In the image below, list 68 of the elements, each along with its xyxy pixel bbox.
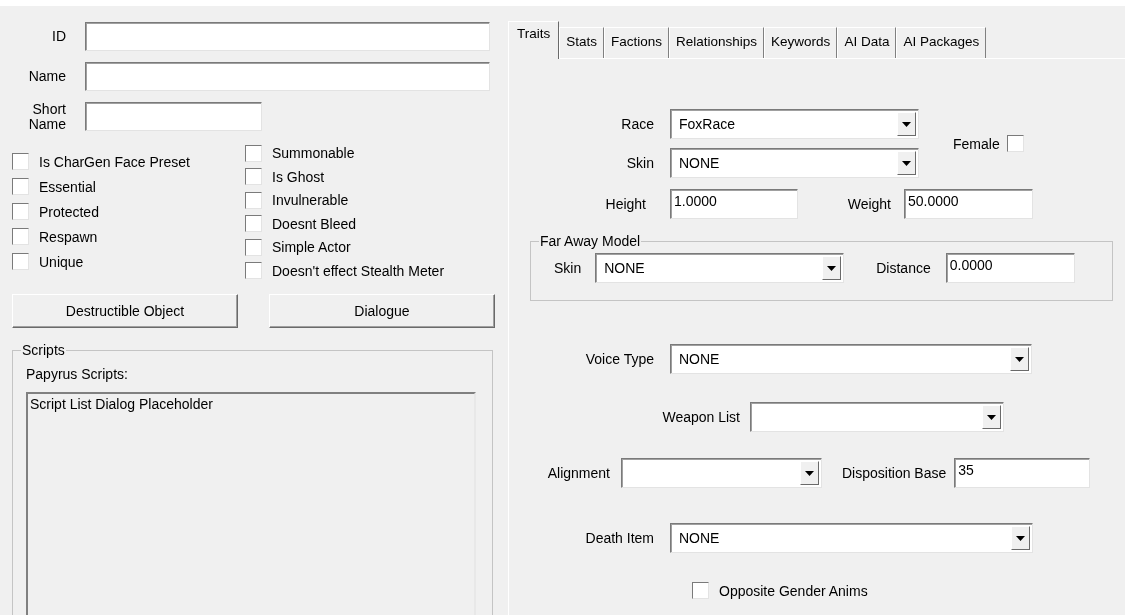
tab[interactable]: Traits bbox=[508, 21, 560, 59]
dropdown[interactable]: NONE bbox=[670, 148, 919, 178]
checkbox[interactable] bbox=[692, 582, 709, 599]
checkbox[interactable] bbox=[12, 203, 29, 221]
script-list[interactable]: Script List Dialog Placeholder bbox=[26, 392, 476, 615]
tab[interactable]: AI Packages bbox=[896, 27, 987, 58]
input-field[interactable] bbox=[85, 102, 262, 132]
dropdown[interactable]: NONE bbox=[595, 253, 845, 283]
tab[interactable]: Relationships bbox=[669, 27, 765, 58]
field-label: Distance bbox=[876, 260, 931, 276]
field-label: Weapon List bbox=[661, 409, 740, 425]
tab[interactable]: Stats bbox=[559, 27, 604, 58]
checkbox-label: Simple Actor bbox=[272, 239, 351, 256]
checkbox[interactable] bbox=[12, 228, 29, 246]
checkbox-label: Respawn bbox=[39, 228, 98, 245]
dropdown[interactable] bbox=[750, 402, 1004, 432]
tab[interactable]: Factions bbox=[604, 27, 670, 58]
checkbox[interactable] bbox=[1006, 135, 1024, 152]
checkbox[interactable] bbox=[12, 253, 29, 271]
checkbox-label: Essential bbox=[39, 178, 96, 195]
checkbox[interactable] bbox=[245, 215, 262, 233]
checkbox-label: Protected bbox=[39, 203, 99, 220]
input-field[interactable] bbox=[85, 22, 490, 51]
checkbox[interactable] bbox=[12, 178, 29, 196]
checkbox-label: Summonable bbox=[272, 145, 355, 162]
dropdown[interactable] bbox=[621, 458, 822, 488]
checkbox-label: Unique bbox=[39, 253, 84, 270]
list-item[interactable]: Script List Dialog Placeholder bbox=[30, 396, 472, 413]
list-label: Papyrus Scripts: bbox=[26, 366, 129, 383]
checkbox-label: Doesn't effect Stealth Meter bbox=[272, 262, 445, 279]
field-label: Alignment bbox=[546, 465, 610, 481]
checkbox-label: Doesnt Bleed bbox=[272, 215, 357, 232]
dropdown[interactable]: NONE bbox=[670, 523, 1033, 553]
field-label: Short Name bbox=[27, 102, 66, 132]
field-label: Weight bbox=[846, 196, 891, 212]
field-label: ID bbox=[51, 29, 66, 44]
dropdown[interactable]: FoxRace bbox=[670, 109, 919, 139]
input-field[interactable] bbox=[85, 62, 490, 91]
group-title: Far Away Model bbox=[539, 233, 642, 249]
field-label: Race bbox=[620, 116, 654, 132]
input-field[interactable]: 1.0000 bbox=[670, 189, 798, 219]
checkbox-label: Female bbox=[953, 135, 1000, 152]
checkbox[interactable] bbox=[245, 144, 262, 162]
checkbox-label: Opposite Gender Anims bbox=[719, 582, 868, 599]
checkbox[interactable] bbox=[12, 153, 29, 171]
input-field[interactable]: 50.0000 bbox=[904, 189, 1033, 219]
checkbox-label: Invulnerable bbox=[272, 192, 349, 209]
checkbox-label: Is CharGen Face Preset bbox=[39, 153, 190, 170]
tab[interactable]: Keywords bbox=[764, 27, 838, 58]
field-label: Disposition Base bbox=[842, 465, 947, 481]
input-field[interactable]: 35 bbox=[954, 458, 1091, 488]
field-label: Death Item bbox=[584, 530, 654, 546]
dropdown[interactable]: NONE bbox=[670, 344, 1032, 374]
field-label: Skin bbox=[625, 155, 654, 171]
checkbox-label: Is Ghost bbox=[272, 168, 325, 185]
action-button[interactable]: Destructible Object bbox=[12, 294, 238, 329]
field-label: Voice Type bbox=[584, 351, 654, 367]
field-label: Height bbox=[604, 196, 646, 212]
checkbox[interactable] bbox=[245, 191, 262, 209]
checkbox[interactable] bbox=[245, 238, 262, 256]
action-button[interactable]: Dialogue bbox=[269, 294, 495, 329]
tab[interactable]: AI Data bbox=[837, 27, 897, 58]
field-label: Skin bbox=[554, 260, 582, 276]
checkbox[interactable] bbox=[245, 168, 262, 186]
input-field[interactable]: 0.0000 bbox=[945, 253, 1075, 283]
checkbox[interactable] bbox=[245, 262, 262, 280]
field-label: Name bbox=[27, 69, 66, 84]
group-title: Scripts bbox=[21, 342, 66, 359]
